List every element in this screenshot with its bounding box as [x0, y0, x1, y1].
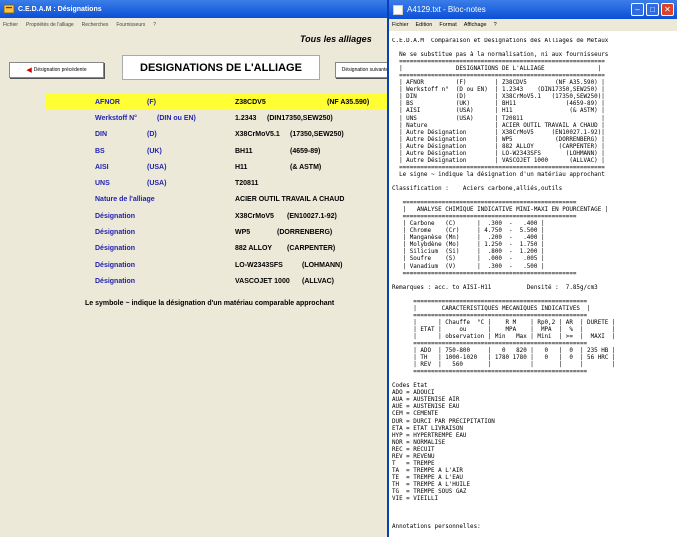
- row-value: 1.2343: [235, 114, 257, 122]
- row-value: ACIER OUTIL TRAVAIL A CHAUD: [235, 196, 345, 204]
- row-sub: (DIN ou EN): [157, 114, 196, 122]
- row-standard: (DIN17350,SEW250): [267, 114, 333, 122]
- app-title: C.E.D.A.M : Désignations: [18, 5, 102, 13]
- row-standard: (DORRENBERG): [277, 229, 333, 237]
- app-menubar: Fichier Propriétés de l'alliage Recherch…: [0, 18, 392, 31]
- previous-designation-button[interactable]: ◀ Désignation précédente: [9, 62, 104, 78]
- row-standard: (4659-89): [290, 147, 321, 155]
- row-sub: (USA): [147, 180, 167, 188]
- cedam-app-window: C.E.D.A.M : Désignations Fichier Proprié…: [0, 0, 395, 537]
- row-value: T20811: [235, 180, 259, 188]
- row-designation: Désignation VASCOJET 1000 (ALLVAC): [45, 273, 392, 289]
- row-label: UNS: [95, 180, 110, 188]
- row-sub: (USA): [147, 163, 167, 171]
- row-designation: Désignation 882 ALLOY (CARPENTER): [45, 241, 392, 257]
- row-label: AISI: [95, 163, 109, 171]
- row-standard: (17350,SEW250): [290, 131, 344, 139]
- maximize-icon[interactable]: □: [646, 3, 659, 16]
- row-standard: (ALLVAC): [302, 277, 335, 285]
- designation-rows: AFNOR (F) Z38CDV5 (NF A35.590) Werkstoff…: [45, 94, 392, 290]
- notepad-window: A4129.txt - Bloc-notes – □ ✕ Fichier Edi…: [387, 0, 677, 537]
- notepad-text-area[interactable]: C.E.D.A.M Comparaison et Désignations de…: [392, 38, 675, 532]
- row-value: BH11: [235, 147, 253, 155]
- row-label: Désignation: [95, 245, 136, 253]
- row-value: Z38CDV5: [235, 98, 266, 106]
- row-sub: (D): [147, 131, 157, 139]
- menu-format[interactable]: Format: [439, 22, 456, 28]
- row-standard: (NF A35.590): [327, 98, 370, 106]
- notepad-icon: [393, 4, 403, 15]
- row-aisi: AISI (USA) H11 (& ASTM): [45, 159, 392, 175]
- row-bs: BS (UK) BH11 (4659-89): [45, 143, 392, 159]
- menu-recherches[interactable]: Recherches: [82, 22, 109, 28]
- row-standard: (LOHMANN): [302, 261, 343, 269]
- row-standard: (& ASTM): [290, 163, 322, 171]
- row-designation: Désignation LO-W2343SFS (LOHMANN): [45, 257, 392, 273]
- row-label: Désignation: [95, 212, 136, 220]
- row-label: Désignation: [95, 229, 136, 237]
- symbol-note: Le symbole ~ indique la désignation d'un…: [85, 300, 335, 307]
- row-uns: UNS (USA) T20811: [45, 175, 392, 191]
- row-afnor: AFNOR (F) Z38CDV5 (NF A35.590): [45, 94, 392, 111]
- menu-affichage[interactable]: Affichage: [464, 22, 487, 28]
- menu-proprietes[interactable]: Propriétés de l'alliage: [26, 22, 74, 28]
- menu-fichier[interactable]: Fichier: [392, 22, 409, 28]
- row-standard: (EN10027.1-92): [287, 212, 337, 220]
- notepad-titlebar: A4129.txt - Bloc-notes – □ ✕: [389, 0, 677, 19]
- row-designation: Désignation WP5 (DORRENBERG): [45, 224, 392, 240]
- row-standard: (CARPENTER): [287, 245, 336, 253]
- notepad-menubar: Fichier Edition Format Affichage ?: [389, 19, 677, 31]
- app-logo-icon: [3, 3, 15, 15]
- row-value: 882 ALLOY: [235, 245, 273, 253]
- all-alloys-title[interactable]: Tous les alliages: [300, 34, 372, 44]
- row-label: AFNOR: [95, 98, 120, 106]
- row-label: Désignation: [95, 261, 136, 269]
- menu-edition[interactable]: Edition: [416, 22, 433, 28]
- row-value: X38CrMoV5: [235, 212, 274, 220]
- menu-fournisseurs[interactable]: Fournisseurs: [116, 22, 145, 28]
- row-sub: (F): [147, 98, 156, 106]
- designations-heading: DESIGNATIONS DE L'ALLIAGE: [122, 55, 320, 80]
- row-werkstoff: Werkstoff N° (DIN ou EN) 1.2343 (DIN1735…: [45, 110, 392, 126]
- notepad-title: A4129.txt - Bloc-notes: [407, 5, 486, 14]
- window-controls: – □ ✕: [631, 3, 674, 16]
- next-designation-button[interactable]: Désignation suivante: [335, 62, 395, 78]
- row-designation: Désignation X38CrMoV5 (EN10027.1-92): [45, 208, 392, 224]
- menu-help[interactable]: ?: [153, 22, 156, 28]
- row-label: Werkstoff N°: [95, 114, 137, 122]
- app-titlebar: C.E.D.A.M : Désignations: [0, 0, 392, 18]
- arrow-left-icon: ◀: [26, 67, 32, 74]
- row-value: WP5: [235, 229, 251, 237]
- close-icon[interactable]: ✕: [661, 3, 674, 16]
- row-value: X38CrMoV5.1: [235, 131, 280, 139]
- row-label: DIN: [95, 131, 108, 139]
- row-label: Nature de l'alliage: [95, 196, 155, 204]
- row-label: Désignation: [95, 277, 136, 285]
- row-nature: Nature de l'alliage ACIER OUTIL TRAVAIL …: [45, 192, 392, 208]
- row-value: VASCOJET 1000: [235, 277, 290, 285]
- minimize-icon[interactable]: –: [631, 3, 644, 16]
- menu-fichier[interactable]: Fichier: [3, 22, 18, 28]
- row-label: BS: [95, 147, 105, 155]
- row-din: DIN (D) X38CrMoV5.1 (17350,SEW250): [45, 127, 392, 143]
- row-value: H11: [235, 163, 248, 171]
- menu-help[interactable]: ?: [494, 22, 497, 28]
- row-sub: (UK): [147, 147, 162, 155]
- row-value: LO-W2343SFS: [235, 261, 283, 269]
